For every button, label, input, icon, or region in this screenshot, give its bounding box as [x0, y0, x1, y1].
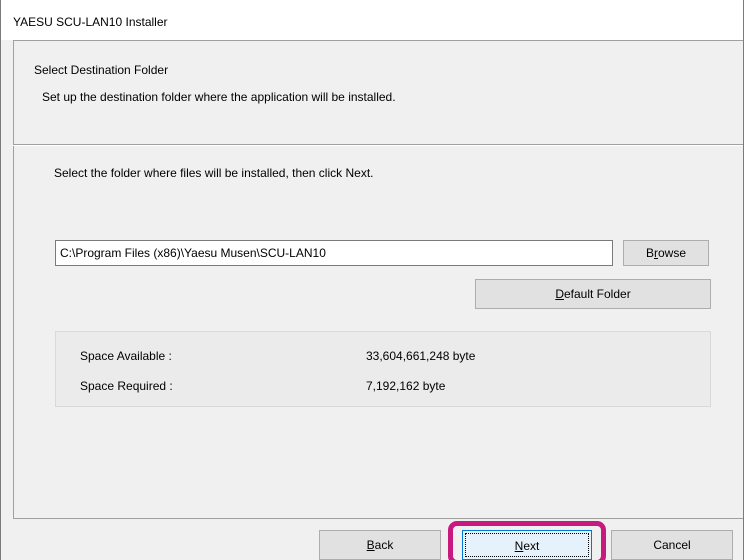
- next-button[interactable]: Next: [462, 530, 592, 560]
- back-label-post: ack: [374, 538, 394, 552]
- space-required-label: Space Required :: [80, 379, 173, 393]
- installer-window: YAESU SCU-LAN10 Installer Select Destina…: [0, 0, 744, 560]
- body-panel: Select the folder where files will be in…: [13, 146, 743, 518]
- window-title: YAESU SCU-LAN10 Installer: [13, 15, 168, 29]
- cancel-button[interactable]: Cancel: [611, 530, 733, 560]
- browse-label-post: owse: [658, 246, 687, 260]
- space-required-value: 7,192,162 byte: [366, 379, 446, 393]
- footer-bar: Back Next Cancel: [1, 518, 743, 560]
- space-available-value: 33,604,661,248 byte: [366, 349, 476, 363]
- next-focus-rect: Next: [465, 533, 589, 557]
- default-folder-label-accel: D: [555, 287, 564, 301]
- header-panel: Select Destination Folder Set up the des…: [13, 40, 743, 145]
- browse-label-pre: B: [645, 246, 654, 260]
- default-folder-button[interactable]: Default Folder: [475, 279, 711, 309]
- disk-space-box: Space Available : 33,604,661,248 byte Sp…: [55, 331, 711, 407]
- default-folder-label-post: efault Folder: [563, 287, 631, 301]
- title-bar[interactable]: YAESU SCU-LAN10 Installer: [1, 0, 743, 40]
- page-subtitle: Set up the destination folder where the …: [42, 90, 396, 104]
- footer-separator: [13, 518, 743, 519]
- next-label-post: ext: [523, 539, 540, 553]
- back-button[interactable]: Back: [319, 530, 441, 560]
- page-title: Select Destination Folder: [34, 63, 169, 77]
- space-available-label: Space Available :: [80, 349, 172, 363]
- browse-button[interactable]: Browse: [623, 240, 709, 266]
- destination-path-input[interactable]: C:\Program Files (x86)\Yaesu Musen\SCU-L…: [55, 240, 613, 266]
- back-label-accel: B: [366, 538, 375, 552]
- instruction-text: Select the folder where files will be in…: [54, 166, 374, 180]
